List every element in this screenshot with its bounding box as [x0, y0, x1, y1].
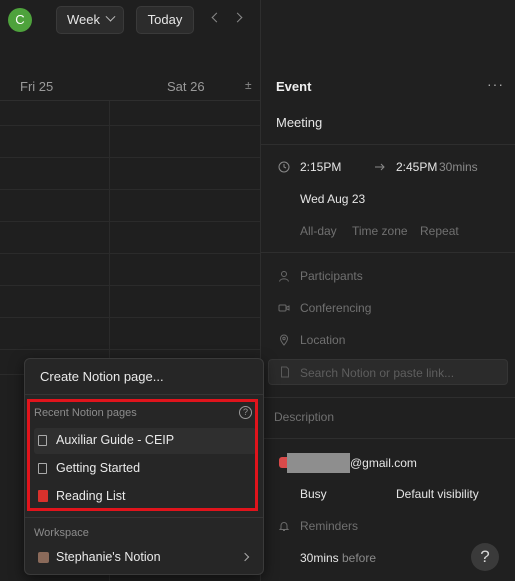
arrow-right-icon [375, 163, 385, 171]
reminders-label: Reminders [300, 519, 359, 533]
start-time[interactable]: 2:15PM [300, 160, 341, 174]
repeat-option[interactable]: Repeat [420, 224, 459, 238]
workspace-header: Workspace [34, 527, 89, 539]
reminder-suffix: before [342, 551, 377, 565]
participants-icon [279, 271, 289, 282]
event-date[interactable]: Wed Aug 23 [300, 192, 365, 206]
page-icon [281, 366, 289, 378]
redacted-email [287, 453, 350, 473]
description-field[interactable]: Description [274, 410, 334, 424]
end-time[interactable]: 2:45PM [396, 160, 437, 174]
chevron-left-icon[interactable] [211, 12, 222, 23]
event-title-field[interactable]: Meeting [276, 115, 322, 130]
divider [261, 252, 515, 253]
time-zone-option[interactable]: Time zone [352, 224, 408, 238]
today-button[interactable]: Today [136, 6, 194, 34]
chevron-right-icon [240, 552, 250, 562]
divider [261, 438, 515, 439]
calendar-account-email[interactable]: @gmail.com [350, 456, 417, 470]
more-options-icon[interactable]: ··· [487, 76, 504, 92]
notion-search-input[interactable]: Search Notion or paste link... [268, 359, 508, 385]
day-header-sat[interactable]: Sat 26 [167, 79, 205, 94]
hour-line [0, 285, 260, 286]
divider [261, 397, 515, 398]
view-select-button[interactable]: Week [56, 6, 124, 34]
workspace-item[interactable]: Stephanie's Notion [34, 545, 256, 571]
calendar-toolbar: C Week Today [0, 0, 260, 40]
avatar[interactable]: C [8, 8, 32, 32]
visibility-select[interactable]: Default visibility [396, 487, 479, 501]
chevron-down-icon [105, 11, 116, 22]
location-field[interactable]: Location [300, 333, 345, 347]
search-placeholder: Search Notion or paste link... [300, 366, 455, 380]
hour-line [0, 157, 260, 158]
panel-title: Event [276, 79, 312, 94]
reminder-value[interactable]: 30mins [300, 551, 339, 565]
divider [261, 144, 515, 145]
workspace-label: Stephanie's Notion [56, 550, 161, 564]
highlight-box [27, 399, 258, 511]
menu-divider [25, 394, 263, 395]
hour-line [0, 317, 260, 318]
hour-line [0, 253, 260, 254]
location-pin-icon [279, 334, 289, 346]
hour-line [0, 189, 260, 190]
create-notion-page-item[interactable]: Create Notion page... [40, 369, 164, 384]
view-select-label: Week [67, 12, 100, 27]
busy-select[interactable]: Busy [300, 487, 327, 501]
bell-icon [278, 522, 290, 531]
participants-field[interactable]: Participants [300, 269, 363, 283]
hour-line [0, 221, 260, 222]
all-day-option[interactable]: All-day [300, 224, 337, 238]
help-button[interactable]: ? [471, 543, 499, 571]
workspace-icon [38, 552, 49, 563]
event-details-pane: Event ··· Meeting 2:15PM 2:45PM 30mins W… [261, 0, 515, 581]
menu-divider [25, 517, 263, 518]
expand-icon[interactable]: ± [245, 78, 252, 92]
conferencing-field[interactable]: Conferencing [300, 301, 371, 315]
hour-line [0, 125, 260, 126]
clock-icon [278, 161, 290, 173]
day-header-fri[interactable]: Fri 25 [20, 79, 53, 94]
video-icon [278, 304, 290, 312]
hour-line [0, 349, 260, 350]
chevron-right-icon[interactable] [232, 12, 243, 23]
duration-label: 30mins [439, 160, 478, 174]
